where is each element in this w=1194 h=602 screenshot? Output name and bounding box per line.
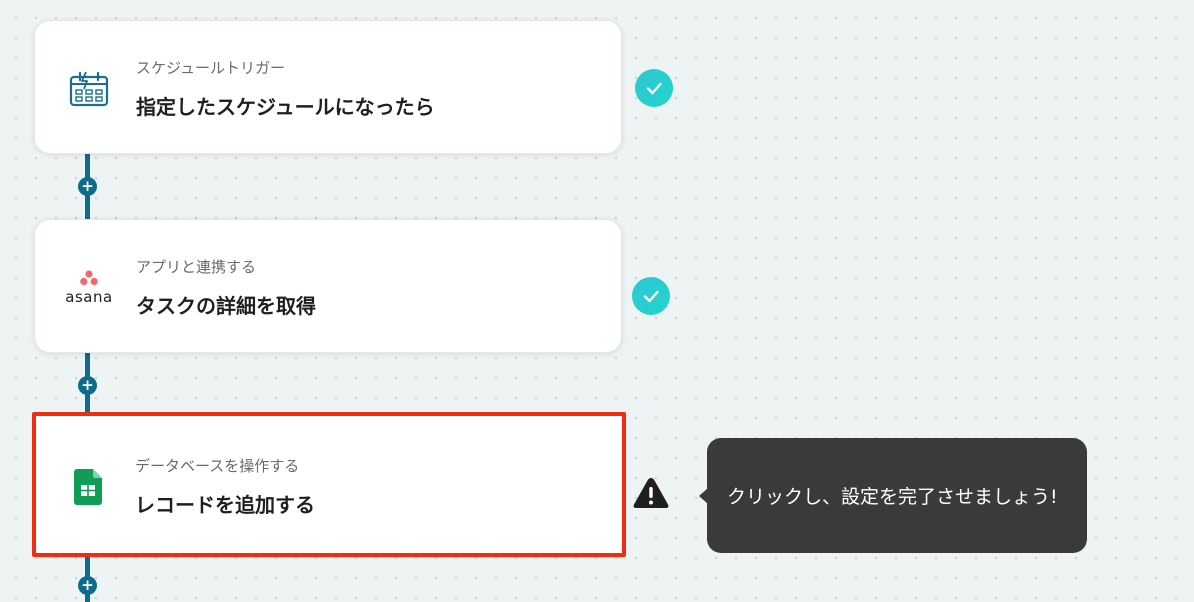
step-category: アプリと連携する	[136, 258, 257, 276]
google-sheets-icon	[64, 463, 112, 511]
step-category: スケジュールトリガー	[136, 59, 285, 77]
asana-logo-icon: asana	[65, 264, 113, 312]
schedule-calendar-icon	[65, 65, 113, 113]
step-category: データベースを操作する	[135, 457, 300, 475]
step-card-sheets-add-record[interactable]: データベースを操作する レコードを追加する	[32, 412, 626, 557]
step-title: タスクの詳細を取得	[136, 294, 316, 318]
asana-logo-text: asana	[65, 288, 113, 306]
step-title: 指定したスケジュールになったら	[136, 95, 435, 119]
step-title: レコードを追加する	[135, 493, 315, 517]
check-icon	[635, 69, 673, 107]
add-step-button[interactable]: +	[78, 576, 97, 595]
completion-tooltip: クリックし、設定を完了させましょう!	[699, 438, 1087, 553]
add-step-button[interactable]: +	[78, 376, 97, 395]
step-card-asana[interactable]: asana アプリと連携する タスクの詳細を取得	[34, 219, 622, 353]
warning-icon	[632, 474, 670, 512]
check-icon	[632, 277, 670, 315]
step-card-schedule-trigger[interactable]: スケジュールトリガー 指定したスケジュールになったら	[34, 20, 622, 154]
tooltip-text: クリックし、設定を完了させましょう!	[727, 486, 1058, 508]
add-step-button[interactable]: +	[78, 177, 97, 196]
